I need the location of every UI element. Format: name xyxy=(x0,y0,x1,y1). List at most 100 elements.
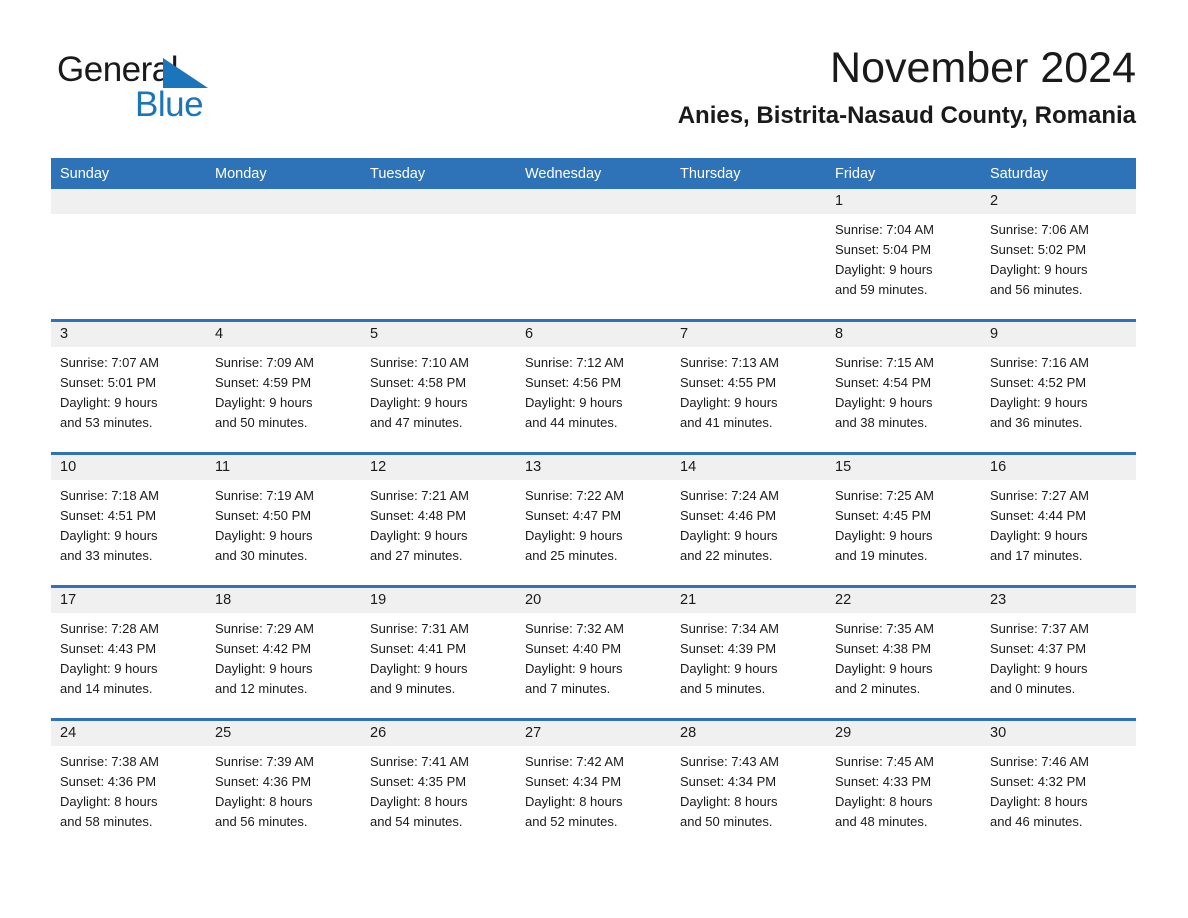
day-number: 25 xyxy=(206,721,361,746)
daylight-text-line1: Daylight: 9 hours xyxy=(680,661,778,676)
daylight-text-line1: Daylight: 8 hours xyxy=(680,794,778,809)
day-cell[interactable] xyxy=(51,189,206,321)
day-details: Sunrise: 7:31 AM Sunset: 4:41 PM Dayligh… xyxy=(361,613,516,699)
day-cell[interactable]: 20 Sunrise: 7:32 AM Sunset: 4:40 PM Dayl… xyxy=(516,585,671,720)
calendar-header-row-group: Sunday Monday Tuesday Wednesday Thursday… xyxy=(51,158,1136,189)
day-number: 5 xyxy=(361,322,516,347)
daylight-text-line1: Daylight: 9 hours xyxy=(215,395,313,410)
day-details: Sunrise: 7:39 AM Sunset: 4:36 PM Dayligh… xyxy=(206,746,361,832)
day-cell[interactable]: 2 Sunrise: 7:06 AM Sunset: 5:02 PM Dayli… xyxy=(981,189,1136,321)
weekday-header-friday: Friday xyxy=(826,158,981,189)
day-cell[interactable] xyxy=(206,189,361,321)
day-cell[interactable]: 10 Sunrise: 7:18 AM Sunset: 4:51 PM Dayl… xyxy=(51,452,206,587)
day-number xyxy=(206,189,361,214)
day-number xyxy=(516,189,671,214)
day-cell[interactable]: 26 Sunrise: 7:41 AM Sunset: 4:35 PM Dayl… xyxy=(361,718,516,851)
day-cell[interactable]: 6 Sunrise: 7:12 AM Sunset: 4:56 PM Dayli… xyxy=(516,319,671,454)
sunset-text: Sunset: 4:42 PM xyxy=(215,641,312,656)
day-cell[interactable]: 5 Sunrise: 7:10 AM Sunset: 4:58 PM Dayli… xyxy=(361,319,516,454)
sunset-text: Sunset: 4:37 PM xyxy=(990,641,1087,656)
sunset-text: Sunset: 4:40 PM xyxy=(525,641,622,656)
sunrise-text: Sunrise: 7:42 AM xyxy=(525,754,624,769)
day-cell[interactable] xyxy=(671,189,826,321)
day-cell[interactable]: 24 Sunrise: 7:38 AM Sunset: 4:36 PM Dayl… xyxy=(51,718,206,851)
calendar-page: General Blue November 2024 Anies, Bistri… xyxy=(0,0,1188,918)
day-number: 30 xyxy=(981,721,1136,746)
day-details: Sunrise: 7:21 AM Sunset: 4:48 PM Dayligh… xyxy=(361,480,516,566)
day-cell[interactable]: 19 Sunrise: 7:31 AM Sunset: 4:41 PM Dayl… xyxy=(361,585,516,720)
day-cell[interactable]: 17 Sunrise: 7:28 AM Sunset: 4:43 PM Dayl… xyxy=(51,585,206,720)
daylight-text-line2: and 56 minutes. xyxy=(990,282,1083,297)
calendar-week-row: 10 Sunrise: 7:18 AM Sunset: 4:51 PM Dayl… xyxy=(51,452,1136,587)
day-cell[interactable]: 9 Sunrise: 7:16 AM Sunset: 4:52 PM Dayli… xyxy=(981,319,1136,454)
daylight-text-line2: and 52 minutes. xyxy=(525,814,618,829)
day-cell[interactable]: 23 Sunrise: 7:37 AM Sunset: 4:37 PM Dayl… xyxy=(981,585,1136,720)
day-cell[interactable]: 3 Sunrise: 7:07 AM Sunset: 5:01 PM Dayli… xyxy=(51,319,206,454)
day-cell[interactable]: 29 Sunrise: 7:45 AM Sunset: 4:33 PM Dayl… xyxy=(826,718,981,851)
day-number: 12 xyxy=(361,455,516,480)
daylight-text-line1: Daylight: 9 hours xyxy=(990,395,1088,410)
daylight-text-line2: and 9 minutes. xyxy=(370,681,456,696)
day-cell[interactable]: 22 Sunrise: 7:35 AM Sunset: 4:38 PM Dayl… xyxy=(826,585,981,720)
day-cell[interactable] xyxy=(516,189,671,321)
sunset-text: Sunset: 4:32 PM xyxy=(990,774,1087,789)
daylight-text-line2: and 30 minutes. xyxy=(215,548,308,563)
weekday-header-monday: Monday xyxy=(206,158,361,189)
daylight-text-line2: and 48 minutes. xyxy=(835,814,928,829)
day-details: Sunrise: 7:45 AM Sunset: 4:33 PM Dayligh… xyxy=(826,746,981,832)
day-details: Sunrise: 7:38 AM Sunset: 4:36 PM Dayligh… xyxy=(51,746,206,832)
calendar-week-row: 24 Sunrise: 7:38 AM Sunset: 4:36 PM Dayl… xyxy=(51,718,1136,851)
day-cell[interactable]: 18 Sunrise: 7:29 AM Sunset: 4:42 PM Dayl… xyxy=(206,585,361,720)
sunset-text: Sunset: 4:54 PM xyxy=(835,375,932,390)
day-cell[interactable]: 4 Sunrise: 7:09 AM Sunset: 4:59 PM Dayli… xyxy=(206,319,361,454)
daylight-text-line2: and 36 minutes. xyxy=(990,415,1083,430)
day-number: 3 xyxy=(51,322,206,347)
day-number: 11 xyxy=(206,455,361,480)
day-number: 2 xyxy=(981,189,1136,214)
day-details: Sunrise: 7:10 AM Sunset: 4:58 PM Dayligh… xyxy=(361,347,516,433)
sunrise-text: Sunrise: 7:41 AM xyxy=(370,754,469,769)
day-details xyxy=(516,214,671,220)
day-cell[interactable]: 14 Sunrise: 7:24 AM Sunset: 4:46 PM Dayl… xyxy=(671,452,826,587)
day-cell[interactable]: 16 Sunrise: 7:27 AM Sunset: 4:44 PM Dayl… xyxy=(981,452,1136,587)
day-cell[interactable]: 11 Sunrise: 7:19 AM Sunset: 4:50 PM Dayl… xyxy=(206,452,361,587)
day-cell[interactable]: 25 Sunrise: 7:39 AM Sunset: 4:36 PM Dayl… xyxy=(206,718,361,851)
general-blue-logo: General Blue xyxy=(57,52,277,132)
day-details: Sunrise: 7:12 AM Sunset: 4:56 PM Dayligh… xyxy=(516,347,671,433)
day-cell[interactable]: 1 Sunrise: 7:04 AM Sunset: 5:04 PM Dayli… xyxy=(826,189,981,321)
location-subtitle: Anies, Bistrita-Nasaud County, Romania xyxy=(677,102,1136,129)
sunset-text: Sunset: 4:44 PM xyxy=(990,508,1087,523)
daylight-text-line1: Daylight: 9 hours xyxy=(60,395,158,410)
day-details: Sunrise: 7:19 AM Sunset: 4:50 PM Dayligh… xyxy=(206,480,361,566)
day-cell[interactable]: 21 Sunrise: 7:34 AM Sunset: 4:39 PM Dayl… xyxy=(671,585,826,720)
day-cell[interactable]: 28 Sunrise: 7:43 AM Sunset: 4:34 PM Dayl… xyxy=(671,718,826,851)
day-cell[interactable]: 13 Sunrise: 7:22 AM Sunset: 4:47 PM Dayl… xyxy=(516,452,671,587)
daylight-text-line2: and 12 minutes. xyxy=(215,681,308,696)
day-cell[interactable] xyxy=(361,189,516,321)
day-details: Sunrise: 7:41 AM Sunset: 4:35 PM Dayligh… xyxy=(361,746,516,832)
day-cell[interactable]: 15 Sunrise: 7:25 AM Sunset: 4:45 PM Dayl… xyxy=(826,452,981,587)
sunrise-text: Sunrise: 7:18 AM xyxy=(60,488,159,503)
daylight-text-line1: Daylight: 8 hours xyxy=(370,794,468,809)
day-cell[interactable]: 8 Sunrise: 7:15 AM Sunset: 4:54 PM Dayli… xyxy=(826,319,981,454)
day-details: Sunrise: 7:34 AM Sunset: 4:39 PM Dayligh… xyxy=(671,613,826,699)
daylight-text-line2: and 33 minutes. xyxy=(60,548,153,563)
sunrise-text: Sunrise: 7:12 AM xyxy=(525,355,624,370)
daylight-text-line2: and 27 minutes. xyxy=(370,548,463,563)
day-cell[interactable]: 12 Sunrise: 7:21 AM Sunset: 4:48 PM Dayl… xyxy=(361,452,516,587)
day-cell[interactable]: 30 Sunrise: 7:46 AM Sunset: 4:32 PM Dayl… xyxy=(981,718,1136,851)
day-details: Sunrise: 7:06 AM Sunset: 5:02 PM Dayligh… xyxy=(981,214,1136,300)
sunset-text: Sunset: 4:41 PM xyxy=(370,641,467,656)
sunrise-text: Sunrise: 7:10 AM xyxy=(370,355,469,370)
sunset-text: Sunset: 5:04 PM xyxy=(835,242,932,257)
daylight-text-line2: and 5 minutes. xyxy=(680,681,766,696)
day-number: 16 xyxy=(981,455,1136,480)
daylight-text-line1: Daylight: 8 hours xyxy=(835,794,933,809)
sunrise-text: Sunrise: 7:06 AM xyxy=(990,222,1089,237)
day-cell[interactable]: 7 Sunrise: 7:13 AM Sunset: 4:55 PM Dayli… xyxy=(671,319,826,454)
day-cell[interactable]: 27 Sunrise: 7:42 AM Sunset: 4:34 PM Dayl… xyxy=(516,718,671,851)
day-number: 10 xyxy=(51,455,206,480)
day-number: 21 xyxy=(671,588,826,613)
calendar-week-row: 1 Sunrise: 7:04 AM Sunset: 5:04 PM Dayli… xyxy=(51,189,1136,321)
sunset-text: Sunset: 4:45 PM xyxy=(835,508,932,523)
